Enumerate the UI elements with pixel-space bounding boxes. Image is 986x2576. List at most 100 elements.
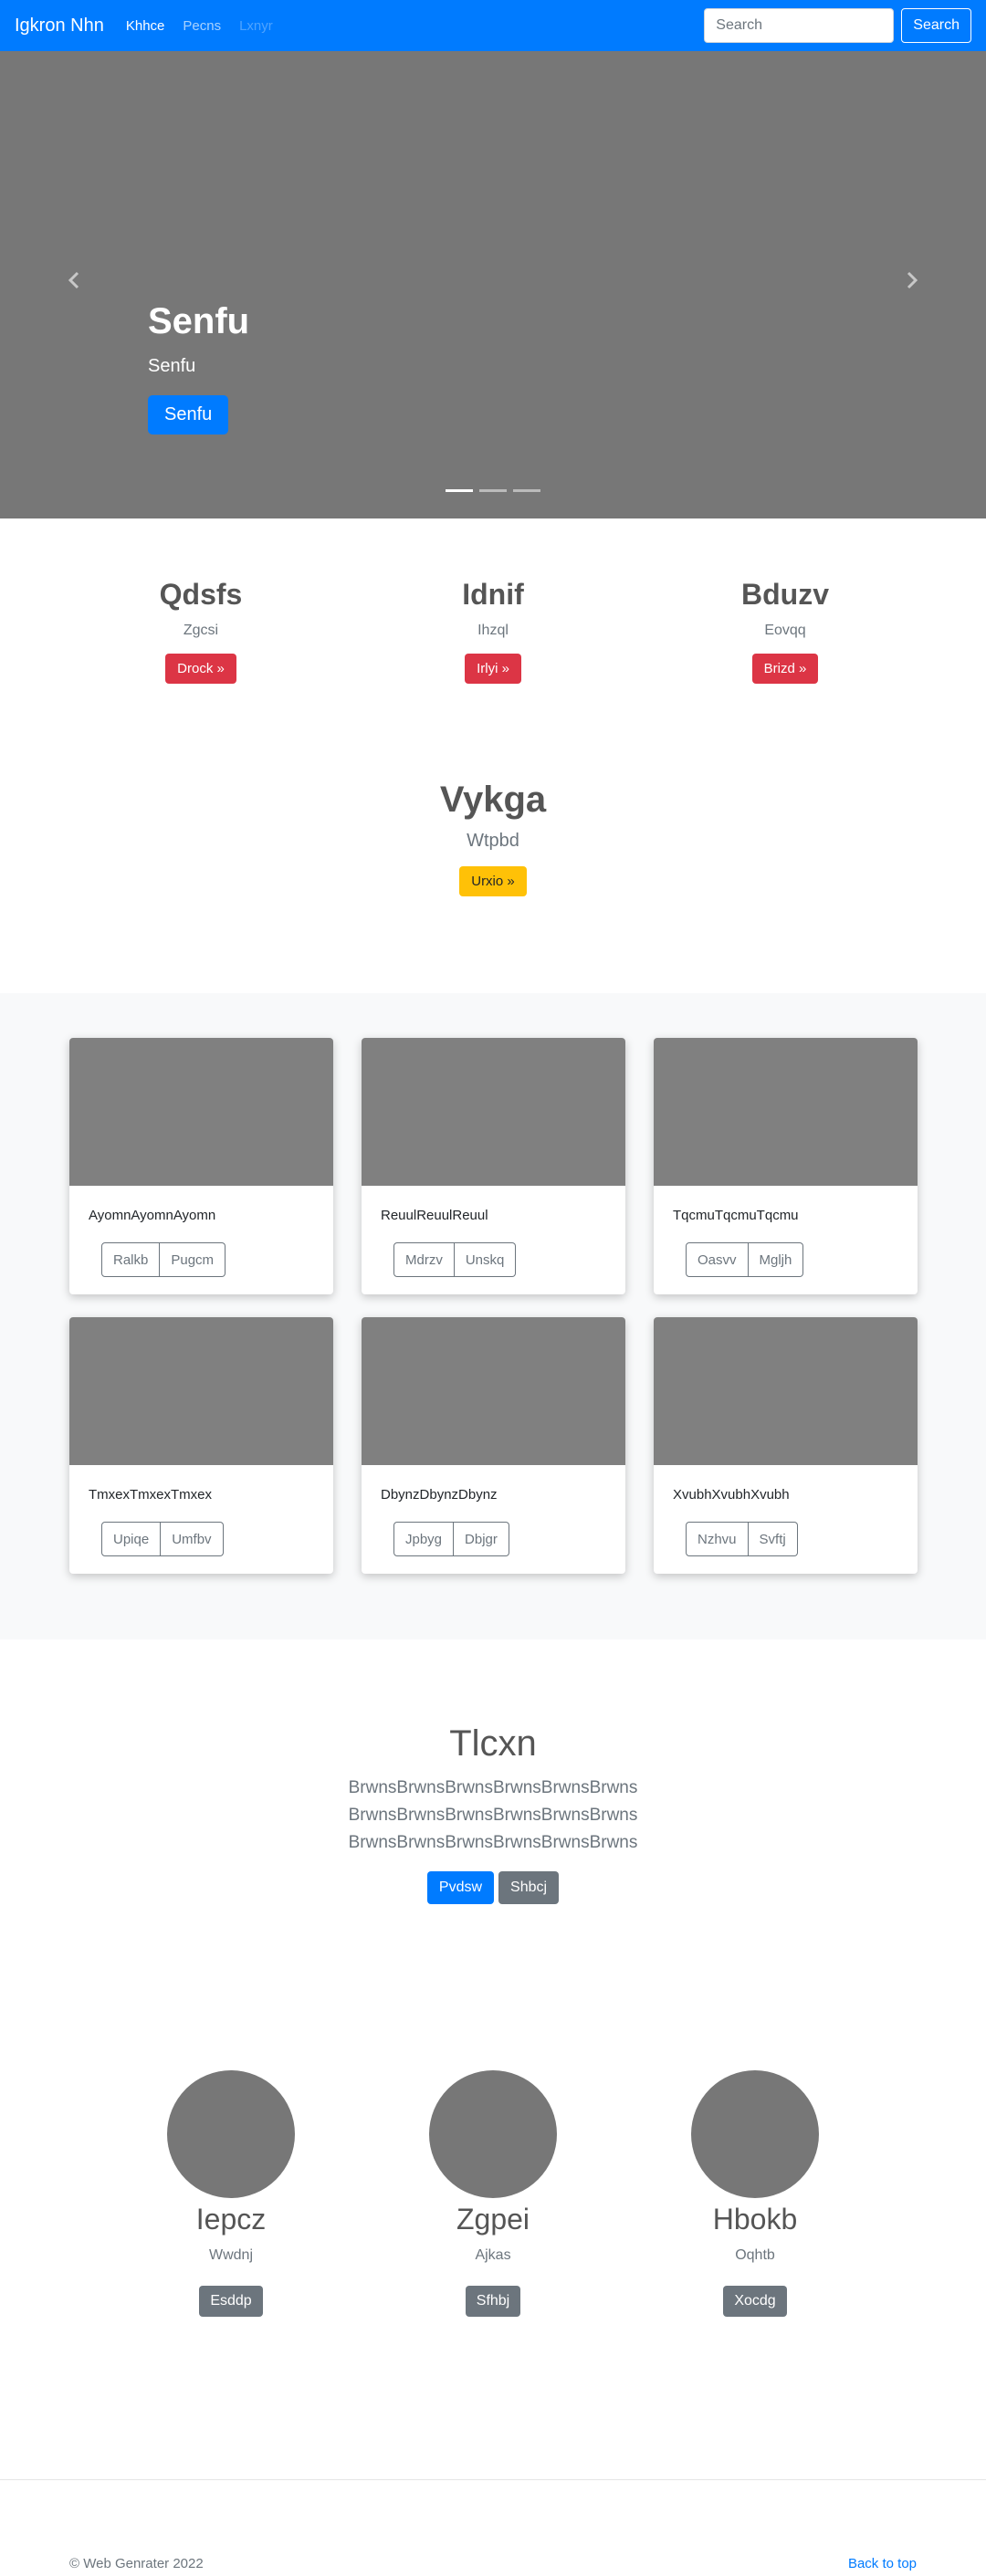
member-button[interactable]: Esddp [199,2286,263,2318]
card-view-button[interactable]: Ralkb [101,1242,161,1277]
card-image-placeholder [69,1038,333,1186]
avatar [691,2070,819,2198]
jumbotron-section: Tlcxn BrwnsBrwnsBrwnsBrwnsBrwnsBrwns Brw… [0,1722,986,1904]
card-image-placeholder [654,1038,918,1186]
member-button[interactable]: Sfhbj [465,2286,521,2318]
carousel-indicator[interactable] [479,489,507,492]
card-edit-button[interactable]: Unskq [454,1242,517,1277]
card-button-group: Ralkb Pugcm [101,1242,226,1277]
team-member: Hbokb Oqhtb Xocdg [664,2070,846,2318]
card-button-group: Jpbyg Dbjgr [393,1522,509,1556]
hero-carousel: Senfu Senfu Senfu [0,51,986,518]
card-edit-button[interactable]: Pugcm [160,1242,226,1277]
card-edit-button[interactable]: Svftj [748,1522,798,1556]
member-name: Hbokb [712,2203,798,2236]
chevron-right-icon [907,271,918,289]
jumbotron-line: BrwnsBrwnsBrwnsBrwnsBrwnsBrwns [348,1833,638,1852]
card-text: DbynzDbynzDbynz [381,1487,498,1503]
nav-link-lxnyr: Lxnyr [239,17,273,34]
feature-text: Zgcsi [183,623,219,639]
brand-logo[interactable]: Igkron Nhn [15,16,104,37]
search-form: Search [704,8,971,43]
feature-highlight: Vykga Wtpbd Urxio » [310,778,676,896]
feature-text: Ihzql [477,623,509,639]
nav-link-khhce[interactable]: Khhce [126,18,165,34]
chevron-left-icon [68,271,79,289]
album-card: TmxexTmxexTmxex Upiqe Umfbv [69,1317,333,1574]
nav-link-pecns[interactable]: Pecns [183,18,221,34]
navbar: Igkron Nhn Khhce Pecns Lxnyr Search [0,0,986,51]
jumbotron-secondary-button[interactable]: Shbcj [498,1871,560,1904]
card-view-button[interactable]: Oasvv [686,1242,749,1277]
card-image-placeholder [654,1317,918,1465]
carousel-indicator[interactable] [446,489,473,492]
card-edit-button[interactable]: Mgljh [748,1242,804,1277]
jumbotron-line: BrwnsBrwnsBrwnsBrwnsBrwnsBrwns [348,1778,638,1797]
member-role: Oqhtb [735,2247,775,2264]
carousel-caption: Senfu Senfu Senfu [148,299,249,435]
jumbotron-title: Tlcxn [449,1723,537,1764]
feature-button[interactable]: Irlyi » [465,654,521,685]
album-card: XvubhXvubhXvubh Nzhvu Svftj [654,1317,918,1574]
card-text: XvubhXvubhXvubh [673,1487,790,1503]
back-to-top-link[interactable]: Back to top [848,2556,917,2571]
carousel-prev-button[interactable] [60,267,88,294]
carousel-cta-button[interactable]: Senfu [148,395,229,435]
feature-highlight-button[interactable]: Urxio » [459,866,527,896]
carousel-next-button[interactable] [898,267,926,294]
search-input[interactable] [704,8,895,43]
member-name: Zgpei [456,2203,530,2236]
feature-column: Idnif Ihzql Irlyi » [393,577,593,685]
feature-title: Qdsfs [159,578,243,611]
card-image-placeholder [362,1038,625,1186]
member-button[interactable]: Xocdg [723,2286,787,2318]
album-card: TqcmuTqcmuTqcmu Oasvv Mgljh [654,1038,918,1294]
card-view-button[interactable]: Upiqe [101,1522,162,1556]
card-text: ReuulReuulReuul [381,1208,488,1223]
member-role: Ajkas [475,2247,511,2264]
album-card: AyomnAyomnAyomn Ralkb Pugcm [69,1038,333,1294]
album-card: ReuulReuulReuul Mdrzv Unskq [362,1038,625,1294]
jumbotron-line: BrwnsBrwnsBrwnsBrwnsBrwnsBrwns [348,1806,638,1825]
team-member: Iepcz Wwdnj Esddp [140,2070,322,2318]
feature-button[interactable]: Drock » [165,654,236,685]
avatar [167,2070,295,2198]
member-role: Wwdnj [208,2247,253,2264]
album-card: DbynzDbynzDbynz Jpbyg Dbjgr [362,1317,625,1574]
carousel-title: Senfu [148,301,250,341]
card-edit-button[interactable]: Dbjgr [454,1522,509,1556]
feature-title: Bduzv [741,578,829,611]
member-name: Iepcz [195,2203,267,2236]
search-button[interactable]: Search [901,8,971,43]
card-image-placeholder [69,1317,333,1465]
carousel-indicator[interactable] [513,489,540,492]
feature-highlight-title: Vykga [439,780,547,820]
card-text: TmxexTmxexTmxex [89,1487,212,1503]
feature-column: Bduzv Eovqq Brizd » [685,577,886,685]
carousel-indicators [446,489,547,492]
jumbotron-primary-button[interactable]: Pvdsw [426,1871,495,1904]
card-image-placeholder [362,1317,625,1465]
feature-column: Qdsfs Zgcsi Drock » [100,577,301,685]
feature-text: Eovqq [764,623,806,639]
avatar [429,2070,557,2198]
album-section: AyomnAyomnAyomn Ralkb Pugcm ReuulReuulRe… [0,993,986,1639]
team-member: Zgpei Ajkas Sfhbj [402,2070,584,2318]
feature-button[interactable]: Brizd » [751,654,819,685]
carousel-text: Senfu [148,356,196,376]
footer-divider [0,2479,986,2480]
card-button-group: Nzhvu Svftj [686,1522,798,1556]
jumbotron-buttons: Pvdsw Shbcj [0,1871,986,1904]
jumbotron-lead: BrwnsBrwnsBrwnsBrwnsBrwnsBrwns BrwnsBrwn… [0,1775,986,1857]
card-text: AyomnAyomnAyomn [89,1208,216,1223]
card-view-button[interactable]: Mdrzv [393,1242,455,1277]
card-edit-button[interactable]: Umfbv [161,1522,224,1556]
card-button-group: Oasvv Mgljh [686,1242,804,1277]
card-button-group: Mdrzv Unskq [393,1242,517,1277]
card-text: TqcmuTqcmuTqcmu [673,1208,799,1223]
feature-highlight-text: Wtpbd [467,831,519,851]
card-view-button[interactable]: Jpbyg [393,1522,455,1556]
feature-title: Idnif [462,578,524,611]
card-button-group: Upiqe Umfbv [101,1522,224,1556]
card-view-button[interactable]: Nzhvu [686,1522,749,1556]
